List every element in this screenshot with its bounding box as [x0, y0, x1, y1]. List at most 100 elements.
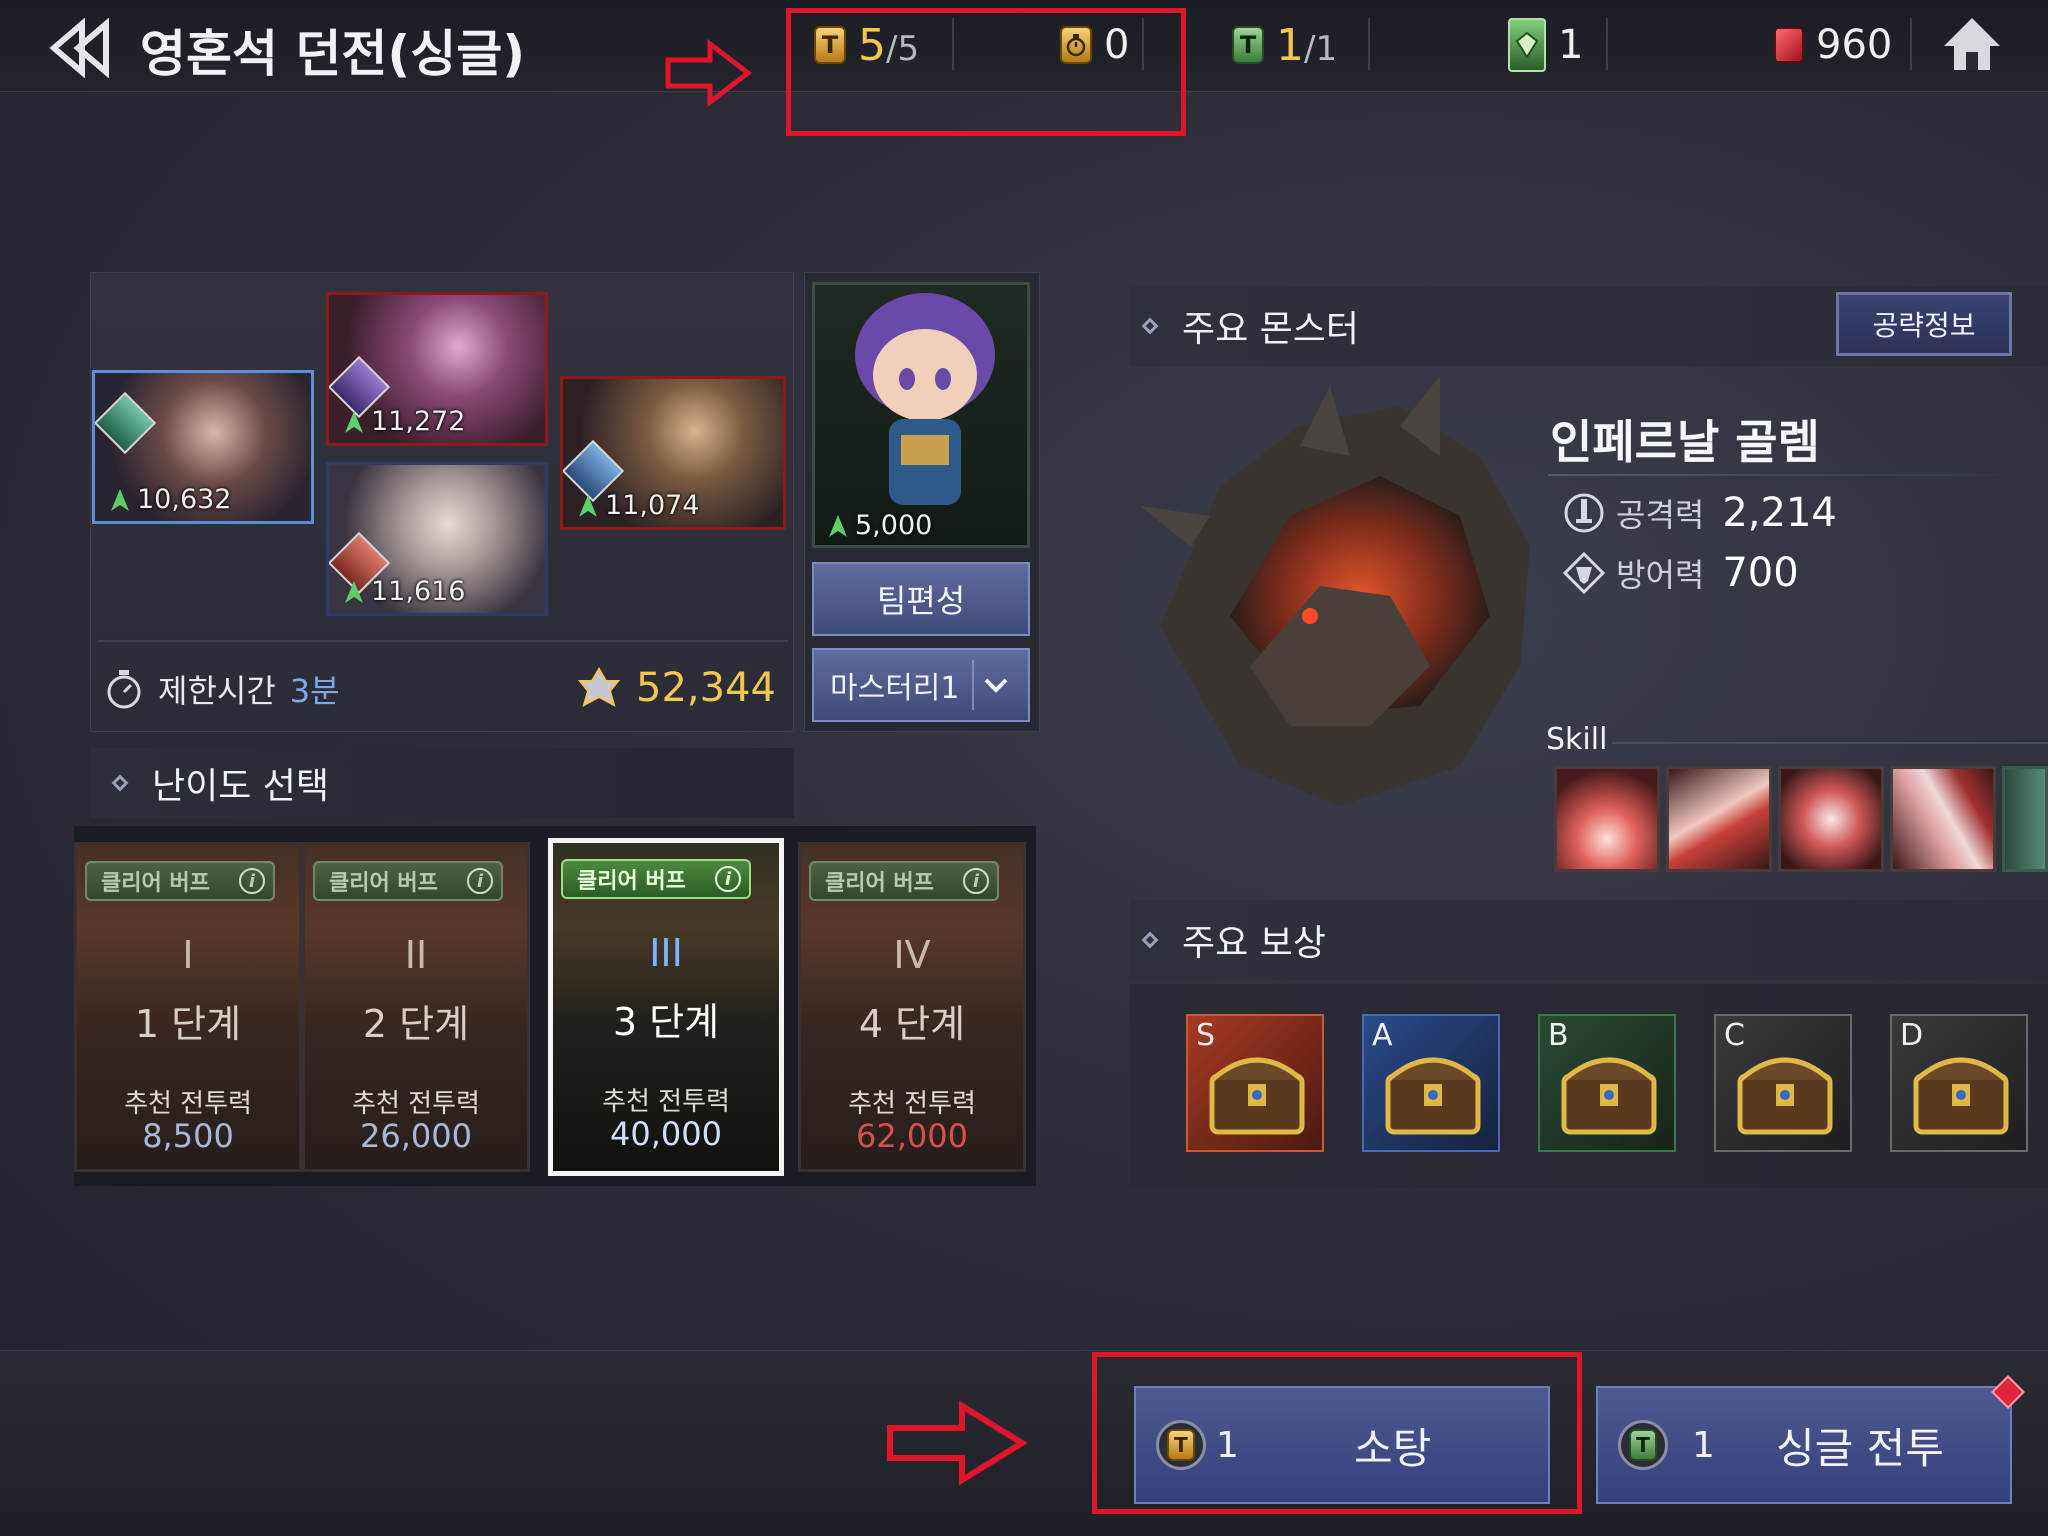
- clear-buff-badge[interactable]: 클리어 버프 i: [561, 859, 751, 899]
- ticket2-max: /1: [1304, 28, 1338, 69]
- recommended-power-label: 추천 전투력: [352, 1089, 480, 1119]
- home-icon: [1944, 18, 2000, 70]
- clear-buff-badge[interactable]: 클리어 버프 i: [85, 861, 275, 901]
- single-battle-button[interactable]: T 1 싱글 전투: [1596, 1386, 2012, 1504]
- defense-value: 700: [1722, 550, 1799, 596]
- difficulty-title: 난이도 선택: [152, 766, 330, 807]
- bullet-icon: [111, 774, 129, 792]
- skill-fire-icon[interactable]: [1554, 766, 1660, 872]
- reward-s[interactable]: S: [1186, 1014, 1324, 1152]
- hero-power: 10,632: [137, 484, 232, 515]
- attack-label: 공격력: [1616, 496, 1705, 534]
- green-card-icon: [1508, 18, 1546, 72]
- info-icon[interactable]: i: [239, 868, 265, 894]
- stage-card-3[interactable]: 클리어 버프 i III 3 단계 추천 전투력 40,000: [548, 838, 784, 1176]
- ticket2-counter[interactable]: T 1/1: [1232, 14, 1337, 76]
- hero-slot-1[interactable]: 10,632: [92, 370, 314, 524]
- total-power: 52,344: [576, 660, 776, 716]
- reward-grade: B: [1548, 1018, 1569, 1053]
- divider: [1368, 18, 1370, 70]
- stopwatch-value: 0: [1104, 22, 1130, 68]
- stage-name: 1 단계: [134, 1002, 242, 1046]
- ruby-counter[interactable]: 960: [1774, 14, 1892, 76]
- stage-name: 4 단계: [858, 1002, 966, 1046]
- recommended-power-label: 추천 전투력: [602, 1087, 730, 1117]
- bullet-icon: [1141, 317, 1159, 335]
- recommended-power-label: 추천 전투력: [848, 1089, 976, 1119]
- reward-grade: A: [1372, 1018, 1393, 1053]
- ticket-max: /5: [886, 28, 920, 69]
- sweep-label: 소탕: [1354, 1423, 1432, 1473]
- hero-power: 11,616: [371, 576, 466, 607]
- clear-buff-label: 클리어 버프: [101, 871, 210, 896]
- attack-value: 2,214: [1722, 490, 1837, 536]
- reward-grade: S: [1196, 1018, 1216, 1053]
- recommended-power-label: 추천 전투력: [124, 1089, 252, 1119]
- hero-slot-4[interactable]: 11,074: [560, 376, 786, 530]
- power-icon: [345, 410, 363, 433]
- reward-b[interactable]: B: [1538, 1014, 1676, 1152]
- clear-buff-badge[interactable]: 클리어 버프 i: [809, 861, 999, 901]
- home-button[interactable]: [1940, 12, 2004, 76]
- skill-slash-icon[interactable]: [1666, 766, 1772, 872]
- stage-card-2[interactable]: 클리어 버프 i II 2 단계 추천 전투력 26,000: [302, 842, 530, 1172]
- stage-card-4[interactable]: 클리어 버프 i IV 4 단계 추천 전투력 62,000: [798, 842, 1026, 1172]
- clear-buff-label: 클리어 버프: [825, 871, 934, 896]
- stage-numeral: II: [404, 933, 428, 977]
- mastery-dropdown[interactable]: 마스터리1: [812, 648, 1030, 722]
- green-card-value: 1: [1558, 22, 1584, 68]
- skill-partial-icon[interactable]: [2002, 766, 2048, 872]
- green-ticket-icon: T: [1232, 26, 1264, 64]
- stage-numeral: III: [649, 931, 683, 975]
- monster-image: [1140, 376, 1530, 806]
- skill-label: Skill: [1546, 722, 1608, 757]
- back-arrow-icon: [49, 17, 109, 79]
- recommended-power-value: 8,500: [142, 1117, 234, 1155]
- divider: [1548, 474, 2028, 476]
- attack-icon: [1564, 493, 1604, 533]
- pet-slot[interactable]: 5,000: [812, 282, 1030, 548]
- reward-d[interactable]: D: [1890, 1014, 2028, 1152]
- back-button[interactable]: [48, 17, 128, 79]
- divider: [1910, 18, 1912, 70]
- clear-buff-badge[interactable]: 클리어 버프 i: [313, 861, 503, 901]
- stopwatch-counter[interactable]: 0: [1060, 14, 1129, 76]
- hero-power: 11,074: [605, 490, 700, 521]
- treasure-chest-icon: [1385, 1057, 1481, 1135]
- treasure-chest-icon: [1209, 1057, 1305, 1135]
- monster-section-title: 주요 몬스터: [1182, 309, 1360, 350]
- green-card-counter[interactable]: 1: [1508, 14, 1583, 76]
- info-icon[interactable]: i: [467, 868, 493, 894]
- treasure-chest-icon: [1913, 1057, 2009, 1135]
- strategy-info-button[interactable]: 공략정보: [1836, 292, 2012, 356]
- sweep-button[interactable]: T 1 소탕: [1134, 1386, 1550, 1504]
- chevron-down-icon: [972, 660, 1018, 710]
- team-edit-button[interactable]: 팀편성: [812, 562, 1030, 636]
- reward-a[interactable]: A: [1362, 1014, 1500, 1152]
- skill-shatter-icon[interactable]: [1778, 766, 1884, 872]
- hero-slot-2[interactable]: 11,272: [326, 292, 548, 446]
- power-icon: [345, 580, 363, 603]
- clear-buff-label: 클리어 버프: [577, 869, 686, 894]
- recommended-power-value: 26,000: [360, 1117, 472, 1155]
- mastery-selected: 마스터리1: [830, 671, 960, 706]
- annotation-arrow-icon: [665, 38, 753, 108]
- ruby-value: 960: [1816, 22, 1893, 68]
- info-icon[interactable]: i: [963, 868, 989, 894]
- monster-defense-stat: 방어력 700: [1562, 548, 1799, 598]
- reward-c[interactable]: C: [1714, 1014, 1852, 1152]
- hero-slot-3[interactable]: 11,616: [326, 462, 548, 616]
- power-icon: [829, 514, 847, 537]
- monster-attack-stat: 공격력 2,214: [1562, 488, 1837, 538]
- info-icon[interactable]: i: [715, 866, 741, 892]
- skill-flame-wave-icon[interactable]: [1890, 766, 1996, 872]
- dungeon-ticket-counter[interactable]: T 5/5: [814, 14, 919, 76]
- divider: [952, 18, 954, 70]
- treasure-chest-icon: [1561, 1057, 1657, 1135]
- total-power-value: 52,344: [636, 665, 776, 711]
- pet-power: 5,000: [855, 510, 933, 541]
- stage-card-1[interactable]: 클리어 버프 i I 1 단계 추천 전투력 8,500: [74, 842, 302, 1172]
- stage-name: 3 단계: [612, 1000, 720, 1044]
- ticket-current: 5: [858, 19, 886, 71]
- difficulty-header: 난이도 선택: [90, 748, 794, 818]
